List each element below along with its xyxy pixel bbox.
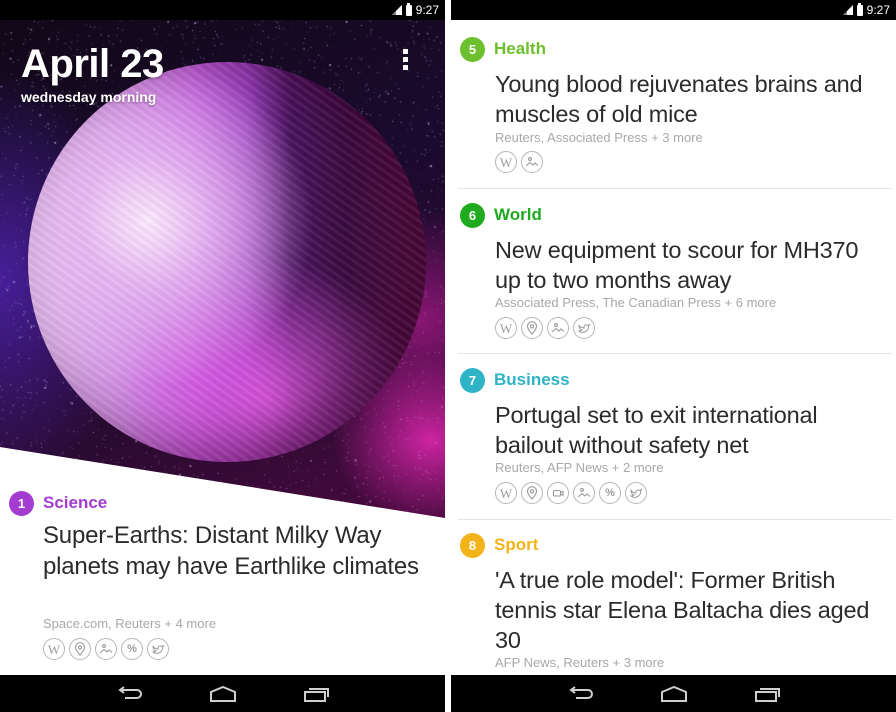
image-icon[interactable] <box>521 151 543 173</box>
battery-icon <box>405 2 412 16</box>
status-time: 9:27 <box>415 3 439 17</box>
back-icon[interactable] <box>82 675 176 712</box>
story-headline[interactable]: New equipment to scour for MH370 up to t… <box>495 235 884 295</box>
wikipedia-icon[interactable]: W <box>495 317 517 339</box>
status-bar: 9:27 <box>0 0 445 20</box>
story-headline[interactable]: 'A true role model': Former British tenn… <box>495 565 884 655</box>
wikipedia-icon[interactable]: W <box>43 638 65 660</box>
image-icon[interactable] <box>95 638 117 660</box>
story-number-badge: 5 <box>460 36 485 62</box>
story-header: 5 Health <box>460 36 546 62</box>
percent-icon[interactable]: % <box>121 638 143 660</box>
story-number-badge: 6 <box>460 202 485 228</box>
home-icon[interactable] <box>176 675 270 712</box>
story-sources: Reuters, AFP News + 2 more <box>495 460 664 475</box>
left-phone-screen: 9:27 April 23 wednesday morning 1 Scienc… <box>0 0 445 712</box>
image-icon[interactable] <box>547 317 569 339</box>
wikipedia-icon[interactable]: W <box>495 151 517 173</box>
story-header: 1 Science <box>9 490 107 516</box>
twitter-icon[interactable] <box>625 482 647 504</box>
back-icon[interactable] <box>533 675 627 712</box>
story-sources: Space.com, Reuters + 4 more <box>43 616 217 631</box>
story-number-badge: 7 <box>460 367 485 393</box>
battery-icon <box>856 2 863 16</box>
story-media-icons: W% <box>43 638 169 660</box>
story-category[interactable]: Health <box>494 39 546 59</box>
story-headline[interactable]: Young blood rejuvenates brains and muscl… <box>495 69 884 129</box>
planet-image <box>28 62 426 462</box>
story-headline[interactable]: Super-Earths: Distant Milky Way planets … <box>43 520 433 582</box>
image-icon[interactable] <box>573 482 595 504</box>
story-media-icons: W <box>495 151 543 173</box>
story-sources: Associated Press, The Canadian Press + 6… <box>495 295 777 310</box>
right-phone-screen: 9:27 5 Health Young blood rejuvenates br… <box>451 0 896 712</box>
story-number-badge: 1 <box>9 490 34 516</box>
divider <box>458 519 892 520</box>
recents-icon[interactable] <box>270 675 364 712</box>
hero-subtitle: wednesday morning <box>21 89 157 105</box>
signal-icon <box>391 5 402 15</box>
story-header: 7 Business <box>460 367 570 393</box>
story-category[interactable]: Business <box>494 370 570 390</box>
location-icon[interactable] <box>521 482 543 504</box>
recents-icon[interactable] <box>721 675 815 712</box>
story-number-badge: 8 <box>460 532 485 558</box>
twitter-icon[interactable] <box>147 638 169 660</box>
status-time: 9:27 <box>866 3 890 17</box>
hero-date: April 23 <box>21 42 164 86</box>
home-icon[interactable] <box>627 675 721 712</box>
story-headline[interactable]: Portugal set to exit international bailo… <box>495 400 884 460</box>
signal-icon <box>842 5 853 15</box>
story-sources: AFP News, Reuters + 3 more <box>495 655 665 670</box>
status-bar: 9:27 <box>451 0 896 20</box>
story-media-icons: W <box>495 317 595 339</box>
wikipedia-icon[interactable]: W <box>495 482 517 504</box>
story-category[interactable]: World <box>494 205 542 225</box>
story-media-icons: W% <box>495 482 647 504</box>
hero-image[interactable]: April 23 wednesday morning <box>0 20 445 518</box>
percent-icon[interactable]: % <box>599 482 621 504</box>
location-icon[interactable] <box>69 638 91 660</box>
location-icon[interactable] <box>521 317 543 339</box>
twitter-icon[interactable] <box>573 317 595 339</box>
story-header: 6 World <box>460 202 542 228</box>
navigation-bar <box>0 675 445 712</box>
story-category[interactable]: Science <box>43 493 107 513</box>
video-icon[interactable] <box>547 482 569 504</box>
divider <box>458 188 892 189</box>
story-category[interactable]: Sport <box>494 535 538 555</box>
divider <box>458 353 892 354</box>
overflow-menu-icon[interactable] <box>396 44 414 74</box>
story-sources: Reuters, Associated Press + 3 more <box>495 130 703 145</box>
story-header: 8 Sport <box>460 532 538 558</box>
navigation-bar <box>451 675 896 712</box>
